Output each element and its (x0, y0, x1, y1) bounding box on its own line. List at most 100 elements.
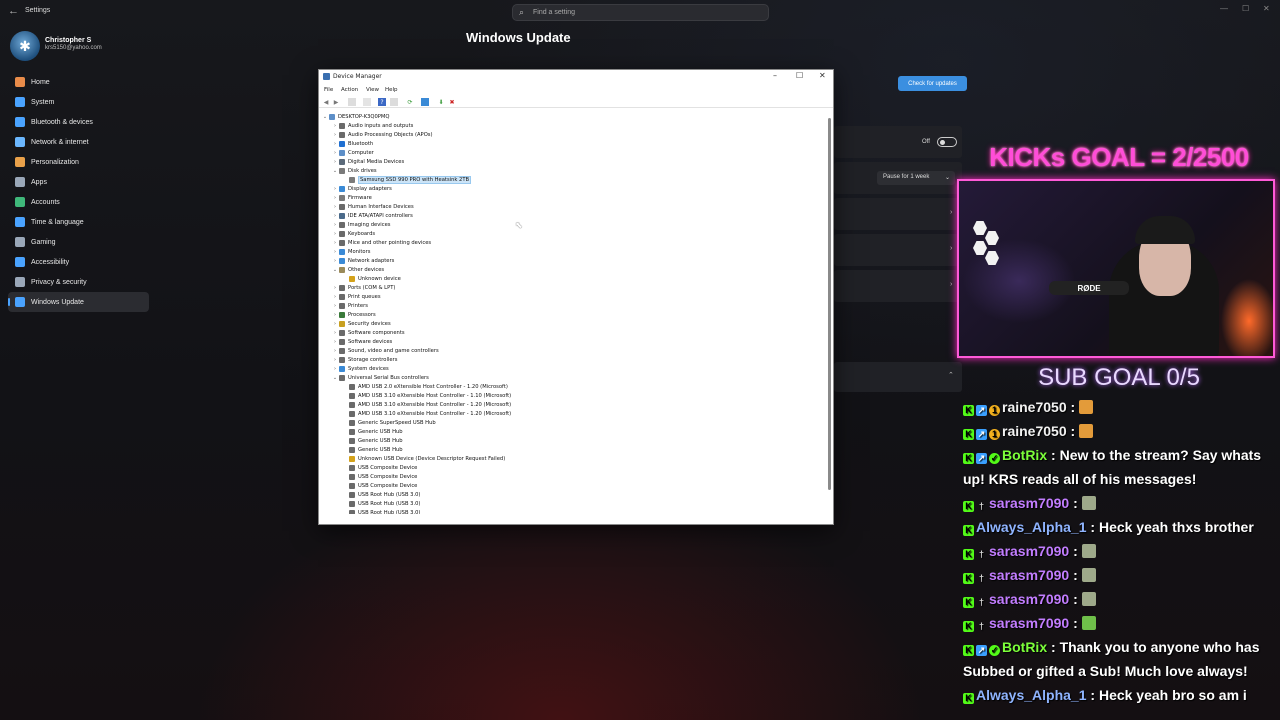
sidebar-item-system[interactable]: System (8, 92, 149, 112)
expand-icon[interactable]: › (331, 339, 339, 345)
device-category-node[interactable]: › Sound, video and game controllers (331, 346, 439, 355)
device-category-node[interactable]: ⌄ Other devices (331, 265, 384, 274)
menu-file[interactable]: File (324, 87, 333, 93)
uninstall-icon[interactable]: ✖ (448, 98, 456, 106)
device-category-node[interactable]: › Keyboards (331, 229, 375, 238)
expand-icon[interactable]: › (331, 240, 339, 246)
device-category-node[interactable]: › Software devices (331, 337, 392, 346)
sidebar-item-personalization[interactable]: Personalization (8, 152, 149, 172)
device-category-node[interactable]: › Computer (331, 148, 374, 157)
device-category-node[interactable]: › Ports (COM & LPT) (331, 283, 395, 292)
expand-icon[interactable]: › (331, 357, 339, 363)
device-node[interactable]: USB Root Hub (USB 3.0) (341, 508, 420, 514)
device-category-node[interactable]: ⌄ Universal Serial Bus controllers (331, 373, 429, 382)
expand-icon[interactable]: › (331, 231, 339, 237)
chat-username[interactable]: sarasm7090 (989, 591, 1069, 607)
monitor-icon[interactable] (421, 98, 429, 106)
dm-close-icon[interactable]: ✕ (819, 71, 826, 80)
device-category-node[interactable]: › System devices (331, 364, 389, 373)
menu-help[interactable]: Help (385, 87, 398, 93)
expand-icon[interactable]: › (331, 294, 339, 300)
device-node[interactable]: Generic USB Hub (341, 445, 403, 454)
sidebar-item-apps[interactable]: Apps (8, 172, 149, 192)
collapse-icon[interactable]: ⌄ (331, 168, 339, 174)
check-for-updates-button[interactable]: Check for updates (898, 76, 967, 91)
list-icon[interactable] (363, 98, 371, 106)
help-icon[interactable]: ? (378, 98, 386, 106)
device-node[interactable]: Generic USB Hub (341, 427, 403, 436)
device-category-node[interactable]: › Audio Processing Objects (APOs) (331, 130, 433, 139)
dm-minimize-icon[interactable]: – (773, 71, 777, 80)
expand-icon[interactable]: › (331, 141, 339, 147)
device-node[interactable]: Samsung SSD 990 PRO with Heatsink 2TB (341, 175, 472, 184)
device-category-node[interactable]: ⌄ Disk drives (331, 166, 377, 175)
search-box[interactable]: ⌕ Find a setting (512, 4, 769, 21)
minimize-icon[interactable]: — (1220, 4, 1228, 13)
settings-row-2[interactable]: › (834, 234, 962, 266)
expand-icon[interactable]: › (331, 222, 339, 228)
device-category-node[interactable]: › Software components (331, 328, 405, 337)
device-node[interactable]: Unknown device (341, 274, 401, 283)
expand-icon[interactable]: › (331, 123, 339, 129)
device-node[interactable]: USB Composite Device (341, 463, 417, 472)
device-category-node[interactable]: › Display adapters (331, 184, 392, 193)
expand-icon[interactable]: › (331, 285, 339, 291)
expand-icon[interactable]: › (331, 204, 339, 210)
expand-icon[interactable]: › (331, 186, 339, 192)
collapse-icon[interactable]: ⌄ (331, 267, 339, 273)
device-node[interactable]: USB Composite Device (341, 472, 417, 481)
menu-view[interactable]: View (366, 87, 379, 93)
device-category-node[interactable]: › Network adapters (331, 256, 394, 265)
sidebar-item-bluetooth-devices[interactable]: Bluetooth & devices (8, 112, 149, 132)
expand-icon[interactable]: › (331, 249, 339, 255)
expand-icon[interactable]: › (331, 303, 339, 309)
device-manager-titlebar[interactable]: Device Manager – ☐ ✕ (319, 70, 833, 84)
expand-icon[interactable]: › (331, 195, 339, 201)
device-category-node[interactable]: › Human Interface Devices (331, 202, 414, 211)
device-category-node[interactable]: › Security devices (331, 319, 391, 328)
settings-row-3[interactable]: › (834, 270, 962, 302)
chat-username[interactable]: sarasm7090 (989, 495, 1069, 511)
back-icon[interactable]: ◀ (322, 98, 330, 106)
device-category-node[interactable]: › Mice and other pointing devices (331, 238, 431, 247)
expand-icon[interactable]: › (331, 258, 339, 264)
device-node[interactable]: Generic USB Hub (341, 436, 403, 445)
expand-icon[interactable]: › (331, 213, 339, 219)
sidebar-item-network-internet[interactable]: Network & internet (8, 132, 149, 152)
expand-icon[interactable]: › (331, 159, 339, 165)
menu-action[interactable]: Action (341, 87, 358, 93)
device-node[interactable]: AMD USB 2.0 eXtensible Host Controller -… (341, 382, 508, 391)
device-category-node[interactable]: › Processors (331, 310, 376, 319)
sidebar-item-accounts[interactable]: Accounts (8, 192, 149, 212)
device-node[interactable]: USB Root Hub (USB 3.0) (341, 490, 420, 499)
device-category-node[interactable]: › Imaging devices (331, 220, 390, 229)
update-driver-icon[interactable]: ⬇ (437, 98, 445, 106)
sidebar-item-privacy-security[interactable]: Privacy & security (8, 272, 149, 292)
device-category-node[interactable]: › Print queues (331, 292, 381, 301)
collapse-icon[interactable]: ⌄ (331, 375, 339, 381)
sidebar-item-home[interactable]: Home (8, 72, 149, 92)
sidebar-item-time-language[interactable]: Time & language (8, 212, 149, 232)
avatar[interactable]: ✱ (10, 31, 40, 61)
device-category-node[interactable]: › Audio inputs and outputs (331, 121, 413, 130)
chat-username[interactable]: sarasm7090 (989, 615, 1069, 631)
device-node[interactable]: USB Composite Device (341, 481, 417, 490)
chat-username[interactable]: sarasm7090 (989, 567, 1069, 583)
scan-hardware-icon[interactable]: ⟳ (406, 98, 414, 106)
expand-icon[interactable]: › (331, 312, 339, 318)
device-node[interactable]: AMD USB 3.10 eXtensible Host Controller … (341, 400, 511, 409)
maximize-icon[interactable]: ☐ (1242, 4, 1249, 13)
chat-username[interactable]: raine7050 (1002, 399, 1067, 415)
device-category-node[interactable]: › Monitors (331, 247, 370, 256)
chat-username[interactable]: sarasm7090 (989, 543, 1069, 559)
device-category-node[interactable]: › Printers (331, 301, 368, 310)
view-icon[interactable] (390, 98, 398, 106)
expand-icon[interactable]: › (331, 321, 339, 327)
sidebar-item-windows-update[interactable]: Windows Update (8, 292, 149, 312)
sidebar-item-accessibility[interactable]: Accessibility (8, 252, 149, 272)
device-category-node[interactable]: › Firmware (331, 193, 372, 202)
sidebar-item-gaming[interactable]: Gaming (8, 232, 149, 252)
chat-username[interactable]: Always_Alpha_1 (976, 519, 1087, 535)
device-node[interactable]: Generic SuperSpeed USB Hub (341, 418, 436, 427)
device-category-node[interactable]: › Digital Media Devices (331, 157, 404, 166)
